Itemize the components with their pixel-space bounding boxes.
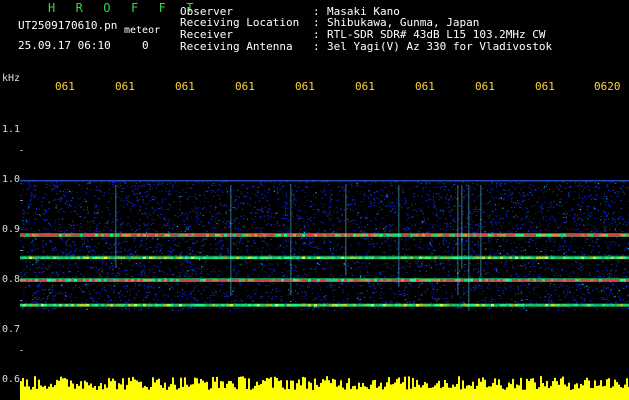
timestamp: 25.09.17 06:10: [18, 39, 111, 52]
app-title: H R O F F T: [48, 1, 201, 15]
time-tick-label: 061: [55, 80, 75, 93]
y-tick-label: 1.0: [2, 174, 21, 185]
time-tick-label: 061: [475, 80, 495, 93]
info-colon: :: [313, 40, 320, 53]
file-name: UT2509170610.pn: [18, 19, 118, 32]
y-tick-label: 1.1: [2, 124, 21, 135]
signal-line: [20, 278, 629, 282]
y-tick-mark: [20, 350, 23, 351]
meteor-echoes: [115, 185, 482, 311]
spectrogram-plot: [20, 100, 629, 400]
y-tick-label: 0.8: [2, 274, 21, 285]
signal-line: [20, 303, 629, 307]
spectrogram-svg: [20, 150, 629, 400]
time-tick-label: 0620: [594, 80, 621, 93]
upper-band-edge: [20, 180, 629, 182]
activity-bar: [20, 376, 629, 400]
time-tick-label: 061: [355, 80, 375, 93]
y-tick-label: 0.6: [2, 374, 21, 385]
y-axis-unit: kHz: [2, 73, 21, 84]
y-tick-label: 0.9: [2, 224, 21, 235]
time-tick-label: 061: [295, 80, 315, 93]
meteor-count: 0: [142, 39, 149, 52]
antenna-label: Receiving Antenna: [180, 40, 293, 53]
signal-line: [20, 233, 629, 237]
time-tick-label: 061: [535, 80, 555, 93]
y-tick-mark: [20, 200, 23, 201]
meteor-label: meteor: [124, 25, 161, 36]
signal-line: [20, 255, 629, 260]
y-tick-label: 0.7: [2, 324, 21, 335]
noise-band: [20, 180, 629, 311]
antenna-value: 3el Yagi(V) Az 330 for Vladivostok: [327, 40, 553, 53]
time-tick-label: 061: [415, 80, 435, 93]
time-tick-label: 061: [115, 80, 135, 93]
y-tick-mark: [20, 150, 23, 151]
time-tick-label: 061: [235, 80, 255, 93]
y-tick-mark: [20, 250, 23, 251]
time-tick-label: 061: [175, 80, 195, 93]
hrofft-spectrogram-window: H R O F F T UT2509170610.pn meteor 25.09…: [0, 0, 629, 400]
